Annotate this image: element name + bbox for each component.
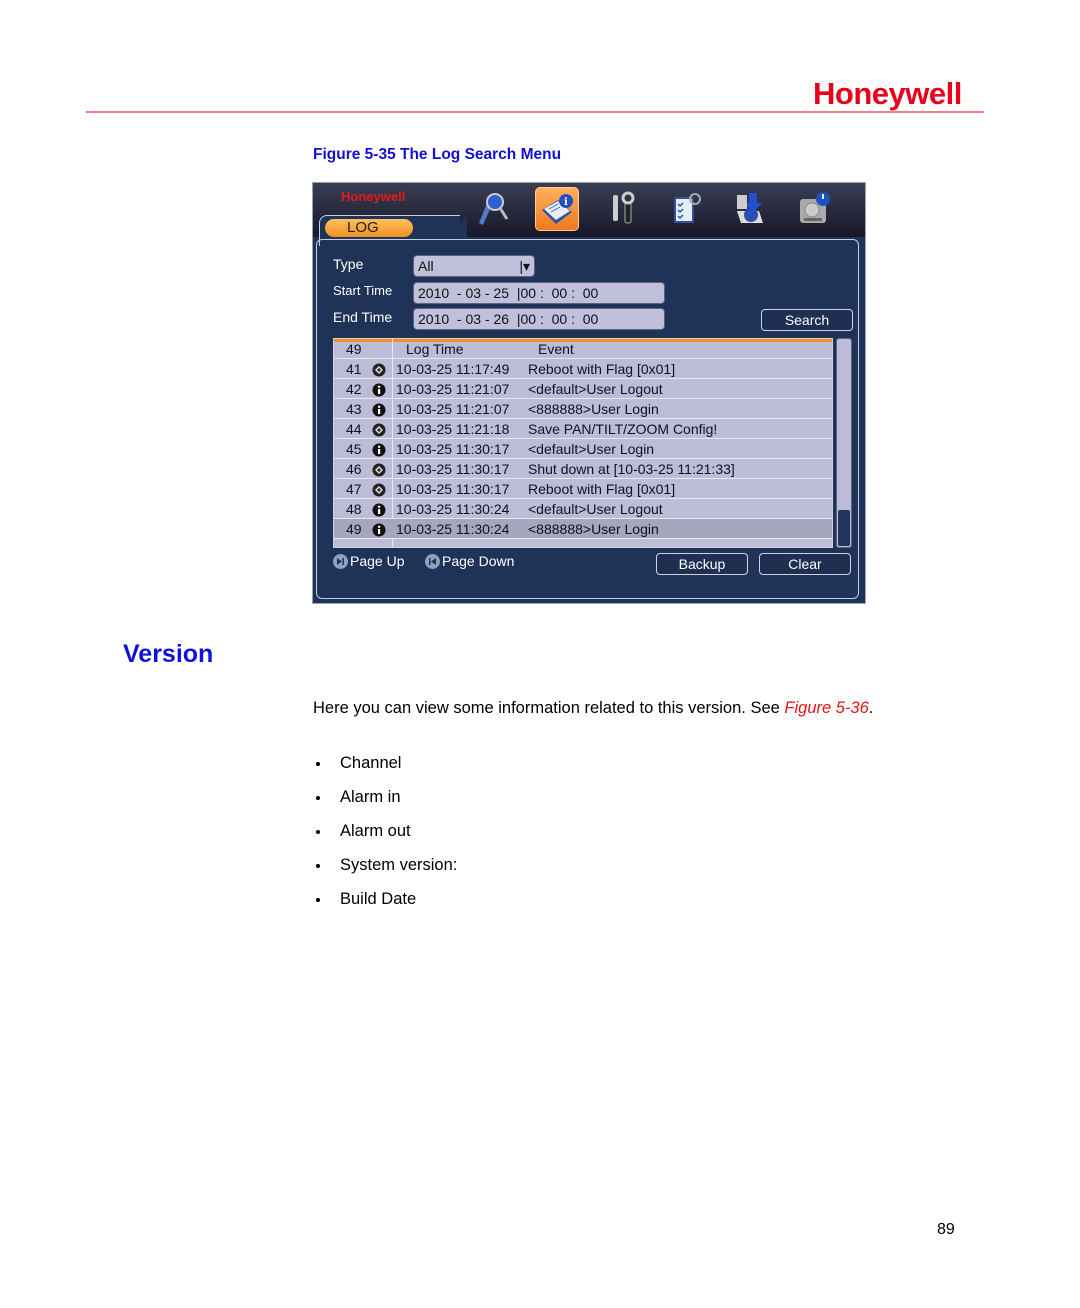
row-log-time: 10-03-25 11:30:17 [396, 461, 510, 477]
row-log-time: 10-03-25 11:21:18 [396, 421, 510, 437]
table-row[interactable]: 42 10-03-25 11:21:07 <default>User Logout [334, 379, 832, 399]
table-row[interactable]: 49 10-03-25 11:30:24 <888888>User Login [334, 519, 832, 539]
list-item: Build Date [313, 888, 457, 922]
row-log-time: 10-03-25 11:17:49 [396, 361, 510, 377]
row-number: 47 [346, 481, 362, 497]
table-row[interactable]: 44 10-03-25 11:21:18 Save PAN/TILT/ZOOM Co… [334, 419, 832, 439]
chevron-down-icon: |▾ [519, 258, 530, 274]
list-item: Channel [313, 752, 457, 786]
header-event: Event [538, 341, 574, 357]
row-event: <888888>User Login [528, 521, 659, 537]
page-number: 89 [937, 1221, 955, 1238]
info-icon [372, 382, 386, 397]
list-item: Alarm in [313, 786, 457, 820]
table-row[interactable]: 43 10-03-25 11:21:07 <888888>User Login [334, 399, 832, 419]
start-time-input[interactable]: 2010 - 03 - 25 |00 : 00 : 00 [413, 282, 665, 304]
row-event: Reboot with Flag [0x01] [528, 481, 676, 497]
row-number: 43 [346, 401, 362, 417]
system-event-icon [372, 422, 386, 437]
log-scrollbar[interactable] [836, 338, 852, 548]
hdd-power-icon[interactable] [793, 187, 835, 229]
page-up-label: Page Up [350, 553, 405, 569]
row-number: 48 [346, 501, 362, 517]
header-log-time: Log Time [406, 341, 464, 357]
row-log-time: 10-03-25 11:30:17 [396, 481, 510, 497]
list-item: Alarm out [313, 820, 457, 854]
dvr-brand-logo: Honeywell [341, 189, 406, 204]
header-count: 49 [346, 341, 362, 357]
section-paragraph: Here you can view some information relat… [313, 697, 933, 719]
type-select-value: All [418, 258, 434, 274]
figure-link[interactable]: Figure 5-36 [784, 699, 868, 717]
info-icon [372, 522, 386, 537]
row-number: 44 [346, 421, 362, 437]
tools-icon[interactable] [601, 187, 643, 229]
page-down-button[interactable]: Page Down [425, 553, 514, 569]
info-icon [372, 402, 386, 417]
row-event: Save PAN/TILT/ZOOM Config! [528, 421, 718, 437]
row-event: <888888>User Login [528, 401, 659, 417]
log-search-screenshot: Honeywell LOG i Type All |▾ Start Time 2… [312, 182, 866, 604]
log-table: 49 Log Time Event 41 10-03-25 11:17:49 Reb… [333, 338, 833, 548]
table-row[interactable]: 46 10-03-25 11:30:17 Shut down at [10-03-2… [334, 459, 832, 479]
section-title: Version [123, 640, 214, 668]
paragraph-text: Here you can view some information relat… [313, 699, 785, 717]
row-log-time: 10-03-25 11:21:07 [396, 381, 510, 397]
checklist-icon[interactable] [665, 187, 707, 229]
page-up-button[interactable]: Page Up [333, 553, 404, 569]
page-down-icon [425, 553, 440, 569]
backup-disc-icon[interactable] [729, 187, 771, 229]
system-event-icon [372, 482, 386, 497]
row-event: <default>User Login [528, 441, 655, 457]
page-up-icon [333, 553, 348, 569]
header-rule [86, 111, 984, 113]
end-time-input[interactable]: 2010 - 03 - 26 |00 : 00 : 00 [413, 308, 665, 330]
info-icon [372, 502, 386, 517]
row-event: <default>User Logout [528, 381, 663, 397]
info-icon [372, 442, 386, 457]
end-time-label: End Time [333, 309, 393, 325]
table-row[interactable]: 41 10-03-25 11:17:49 Reboot with Flag [0x0… [334, 359, 832, 379]
row-event: <default>User Logout [528, 501, 663, 517]
row-number: 42 [346, 381, 362, 397]
row-number: 41 [346, 361, 362, 377]
type-select[interactable]: All |▾ [413, 255, 535, 277]
row-event: Reboot with Flag [0x01] [528, 361, 676, 377]
row-number: 45 [346, 441, 362, 457]
list-item: System version: [313, 854, 457, 888]
svg-text:i: i [564, 197, 568, 208]
row-log-time: 10-03-25 11:21:07 [396, 401, 510, 417]
table-row[interactable]: 45 10-03-25 11:30:17 <default>User Login [334, 439, 832, 459]
table-row[interactable]: 47 10-03-25 11:30:17 Reboot with Flag [0x0… [334, 479, 832, 499]
system-event-icon [372, 362, 386, 377]
clear-button[interactable]: Clear [759, 553, 851, 575]
row-number: 49 [346, 521, 362, 537]
page-down-label: Page Down [442, 553, 515, 569]
version-info-list: Channel Alarm in Alarm out System versio… [313, 752, 457, 922]
search-icon[interactable] [471, 187, 513, 229]
table-header: 49 Log Time Event [334, 339, 832, 359]
row-log-time: 10-03-25 11:30:24 [396, 501, 510, 517]
row-event: Shut down at [10-03-25 11:21:33] [528, 461, 735, 477]
toolbar: i [471, 187, 835, 231]
row-log-time: 10-03-25 11:30:24 [396, 521, 510, 537]
tab-log[interactable]: LOG [325, 219, 413, 237]
info-book-icon[interactable]: i [535, 187, 579, 231]
search-button[interactable]: Search [761, 309, 853, 331]
paragraph-end: . [868, 699, 874, 717]
system-event-icon [372, 462, 386, 477]
figure-caption: Figure 5-35 The Log Search Menu [313, 146, 562, 163]
row-log-time: 10-03-25 11:30:17 [396, 441, 510, 457]
start-time-label: Start Time [333, 283, 393, 298]
honeywell-logo: Honeywell [813, 76, 962, 111]
type-label: Type [333, 256, 364, 272]
backup-button[interactable]: Backup [656, 553, 748, 575]
row-number: 46 [346, 461, 362, 477]
scrollbar-thumb[interactable] [838, 510, 850, 546]
table-row[interactable]: 48 10-03-25 11:30:24 <default>User Logout [334, 499, 832, 519]
